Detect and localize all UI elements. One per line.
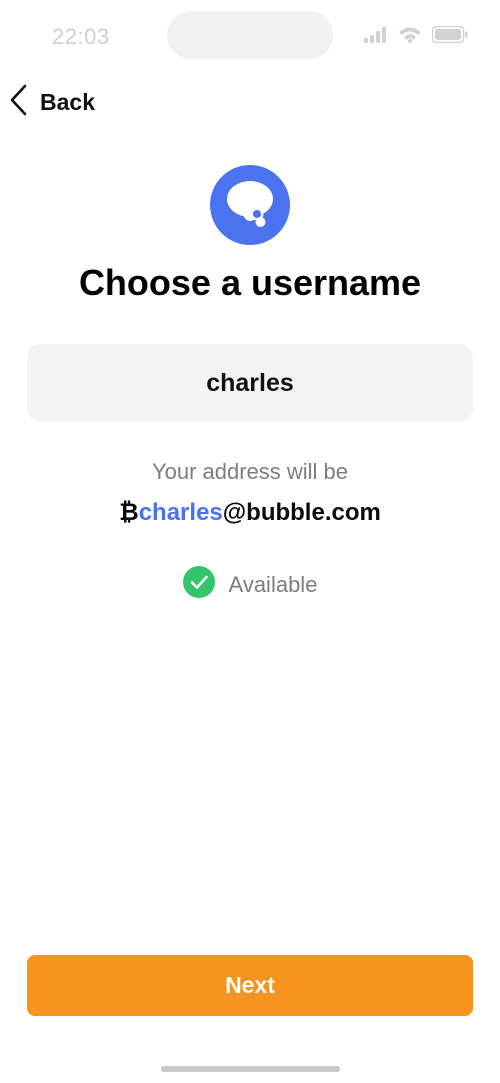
back-label: Back	[40, 88, 95, 115]
next-button[interactable]: Next	[27, 955, 473, 1016]
back-button[interactable]: Back	[8, 84, 95, 120]
address-prefix: ₿	[119, 499, 139, 526]
status-icons	[364, 26, 468, 43]
home-indicator	[161, 1066, 340, 1072]
thought-bubble-icon	[210, 165, 290, 245]
battery-icon	[432, 26, 468, 43]
wifi-icon	[398, 26, 422, 43]
check-circle-icon	[182, 566, 215, 603]
availability-label: Available	[228, 571, 318, 597]
dynamic-island	[167, 11, 333, 59]
address-username: charles	[138, 499, 223, 526]
signal-icon	[364, 26, 388, 43]
app-logo	[210, 165, 290, 245]
status-time: 22:03	[52, 24, 110, 49]
username-input[interactable]	[27, 344, 473, 422]
address-preview: ₿charles@bubble.com	[0, 499, 500, 527]
address-domain: @bubble.com	[222, 499, 381, 526]
chevron-left-icon	[8, 83, 30, 122]
address-caption: Your address will be	[151, 459, 349, 484]
page-title: Choose a username	[78, 262, 422, 303]
availability-status: Available	[0, 566, 500, 603]
